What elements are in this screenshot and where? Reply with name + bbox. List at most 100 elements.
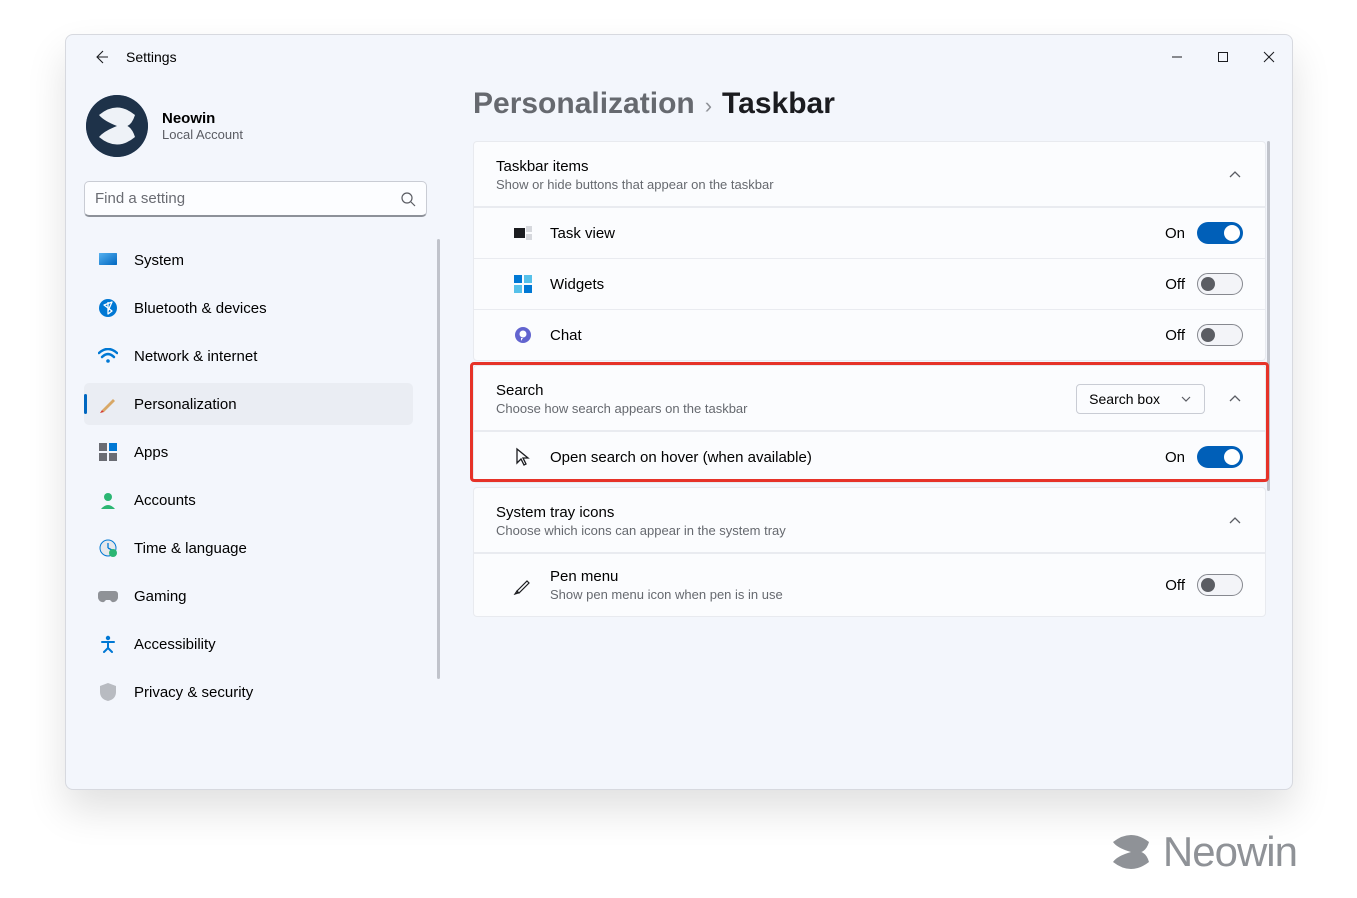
toggle-chat[interactable] — [1197, 324, 1243, 346]
watermark: Neowin — [1107, 828, 1297, 876]
row-widgets: Widgets Off — [474, 258, 1265, 309]
row-label: Open search on hover (when available) — [550, 449, 1165, 466]
toggle-state: On — [1165, 449, 1185, 466]
window-title: Settings — [124, 49, 177, 65]
row-label: Pen menu — [550, 568, 1165, 585]
pen-icon — [510, 575, 536, 595]
accessibility-icon — [98, 634, 118, 654]
sidebar-item-bluetooth[interactable]: Bluetooth & devices — [84, 287, 413, 329]
row-chat: Chat Off — [474, 309, 1265, 360]
cursor-icon — [510, 447, 536, 467]
toggle-state: Off — [1165, 327, 1185, 344]
sidebar-item-label: System — [134, 252, 184, 269]
section-header-taskbar-items[interactable]: Taskbar items Show or hide buttons that … — [474, 142, 1265, 207]
row-label: Widgets — [550, 276, 1165, 293]
search-icon — [400, 191, 416, 207]
gamepad-icon — [98, 586, 118, 606]
toggle-search-hover[interactable] — [1197, 446, 1243, 468]
dropdown-value: Search box — [1089, 391, 1160, 407]
minimize-button[interactable] — [1154, 35, 1200, 79]
row-label: Task view — [550, 225, 1165, 242]
sidebar-item-label: Personalization — [134, 396, 237, 413]
toggle-task-view[interactable] — [1197, 222, 1243, 244]
watermark-text: Neowin — [1163, 828, 1297, 876]
search-input[interactable] — [95, 190, 400, 207]
section-title: System tray icons — [496, 504, 1211, 521]
apps-icon — [98, 442, 118, 462]
card-taskbar-items: Taskbar items Show or hide buttons that … — [473, 141, 1266, 361]
sidebar-item-label: Privacy & security — [134, 684, 253, 701]
content: Personalization › Taskbar Taskbar items … — [441, 79, 1292, 789]
card-search: Search Choose how search appears on the … — [473, 365, 1266, 483]
task-view-icon — [510, 226, 536, 240]
section-sub: Choose which icons can appear in the sys… — [496, 523, 1211, 538]
profile-block[interactable]: Neowin Local Account — [84, 87, 441, 175]
sidebar-item-personalization[interactable]: Personalization — [84, 383, 413, 425]
chevron-up-icon — [1227, 513, 1243, 529]
row-task-view: Task view On — [474, 207, 1265, 258]
chevron-up-icon — [1227, 167, 1243, 183]
sidebar-item-apps[interactable]: Apps — [84, 431, 413, 473]
section-title: Taskbar items — [496, 158, 1211, 175]
sidebar-item-accessibility[interactable]: Accessibility — [84, 623, 413, 665]
sidebar-item-label: Gaming — [134, 588, 187, 605]
toggle-state: Off — [1165, 276, 1185, 293]
breadcrumb: Personalization › Taskbar — [441, 85, 1266, 141]
row-sublabel: Show pen menu icon when pen is in use — [550, 587, 1165, 602]
section-sub: Choose how search appears on the taskbar — [496, 401, 1076, 416]
sidebar-item-label: Bluetooth & devices — [134, 300, 267, 317]
sidebar-item-label: Accessibility — [134, 636, 216, 653]
row-label: Chat — [550, 327, 1165, 344]
breadcrumb-leaf: Taskbar — [722, 87, 835, 121]
titlebar: Settings — [66, 35, 1292, 79]
settings-window: Settings Neowin Local Account — [65, 34, 1293, 790]
sidebar-item-gaming[interactable]: Gaming — [84, 575, 413, 617]
chevron-down-icon — [1180, 393, 1192, 405]
sidebar-item-system[interactable]: System — [84, 239, 413, 281]
section-title: Search — [496, 382, 1076, 399]
sidebar-item-label: Network & internet — [134, 348, 257, 365]
nav: System Bluetooth & devices Network & int… — [84, 239, 441, 789]
row-pen-menu: Pen menu Show pen menu icon when pen is … — [474, 553, 1265, 616]
sidebar-item-label: Accounts — [134, 492, 196, 509]
sidebar-scrollbar[interactable] — [437, 239, 440, 679]
window-controls — [1154, 35, 1292, 79]
toggle-pen-menu[interactable] — [1197, 574, 1243, 596]
profile-sub: Local Account — [162, 127, 243, 142]
search-mode-dropdown[interactable]: Search box — [1076, 384, 1205, 414]
section-header-search[interactable]: Search Choose how search appears on the … — [474, 366, 1265, 431]
breadcrumb-parent[interactable]: Personalization — [473, 87, 695, 121]
wifi-icon — [98, 346, 118, 366]
row-search-hover: Open search on hover (when available) On — [474, 431, 1265, 482]
avatar — [86, 95, 148, 157]
system-icon — [98, 250, 118, 270]
toggle-state: On — [1165, 225, 1185, 242]
sidebar-item-label: Apps — [134, 444, 168, 461]
toggle-state: Off — [1165, 577, 1185, 594]
card-systray: System tray icons Choose which icons can… — [473, 487, 1266, 617]
chat-icon — [510, 326, 536, 344]
back-button[interactable] — [84, 40, 118, 74]
sidebar-item-label: Time & language — [134, 540, 247, 557]
maximize-button[interactable] — [1200, 35, 1246, 79]
close-button[interactable] — [1246, 35, 1292, 79]
sidebar: Neowin Local Account System Bluetooth & … — [66, 79, 441, 789]
paintbrush-icon — [98, 394, 118, 414]
section-header-systray[interactable]: System tray icons Choose which icons can… — [474, 488, 1265, 553]
sidebar-item-network[interactable]: Network & internet — [84, 335, 413, 377]
profile-name: Neowin — [162, 110, 243, 127]
shield-icon — [98, 682, 118, 702]
toggle-widgets[interactable] — [1197, 273, 1243, 295]
sidebar-item-accounts[interactable]: Accounts — [84, 479, 413, 521]
neowin-logo-icon — [1107, 828, 1155, 876]
clock-icon — [98, 538, 118, 558]
bluetooth-icon — [98, 298, 118, 318]
sidebar-item-time[interactable]: Time & language — [84, 527, 413, 569]
content-scrollbar[interactable] — [1267, 141, 1270, 491]
section-sub: Show or hide buttons that appear on the … — [496, 177, 1211, 192]
widgets-icon — [510, 275, 536, 293]
sidebar-item-privacy[interactable]: Privacy & security — [84, 671, 413, 713]
search-box[interactable] — [84, 181, 427, 217]
accounts-icon — [98, 490, 118, 510]
chevron-right-icon: › — [705, 93, 712, 119]
